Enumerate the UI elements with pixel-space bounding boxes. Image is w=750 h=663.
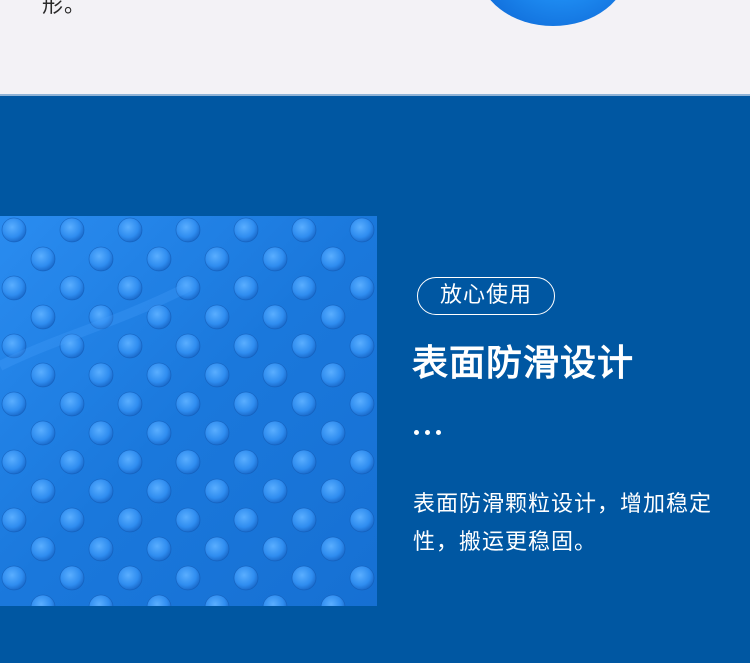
ellipsis-dots-icon bbox=[414, 430, 444, 436]
feature-badge: 放心使用 bbox=[417, 277, 555, 315]
dot bbox=[436, 430, 441, 435]
top-caption-text: 形。 bbox=[42, 0, 86, 17]
dot bbox=[414, 430, 419, 435]
anti-slip-texture-image bbox=[0, 216, 377, 606]
feature-heading: 表面防滑设计 bbox=[412, 343, 635, 384]
product-image-edge bbox=[478, 0, 628, 26]
feature-description: 表面防滑颗粒设计，增加稳定性，搬运更稳固。 bbox=[413, 492, 713, 555]
dot bbox=[425, 430, 430, 435]
top-section: 形。 bbox=[0, 0, 750, 94]
